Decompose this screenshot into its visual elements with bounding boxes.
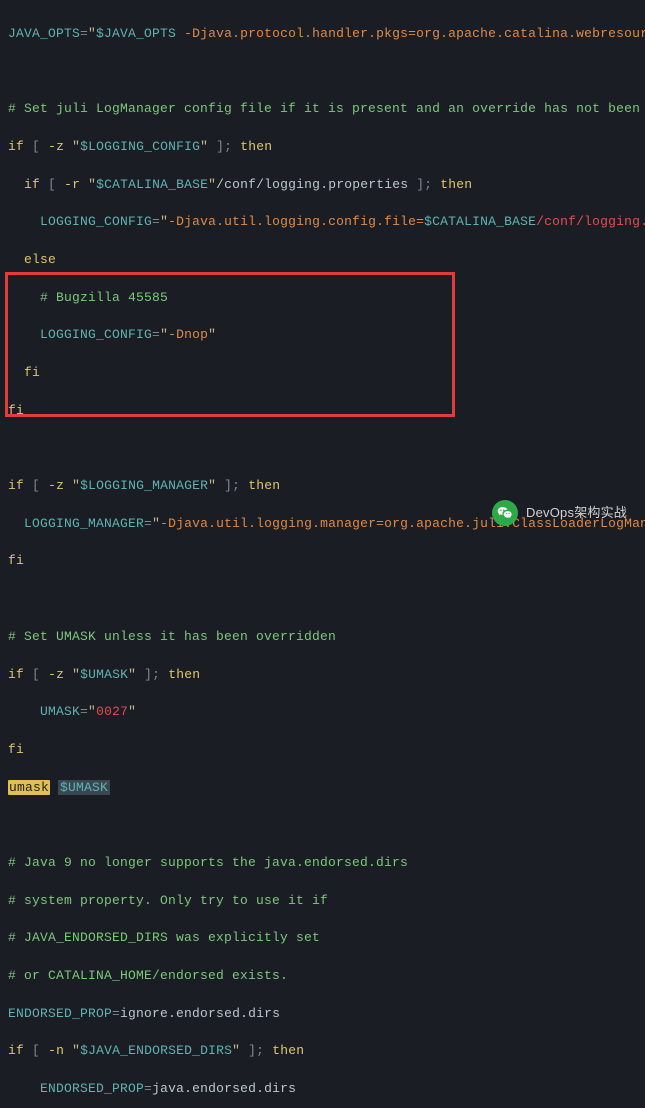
code-line: fi <box>8 741 637 760</box>
code-line: UMASK="0027" <box>8 703 637 722</box>
watermark: DevOps架构实战 <box>492 500 627 526</box>
code-line: # Set UMASK unless it has been overridde… <box>8 628 637 647</box>
code-line: if [ -n "$JAVA_ENDORSED_DIRS" ]; then <box>8 1042 637 1061</box>
code-editor: JAVA_OPTS="$JAVA_OPTS -Djava.protocol.ha… <box>0 0 645 1108</box>
code-line: # Set juli LogManager config file if it … <box>8 100 637 119</box>
code-line: else <box>8 251 637 270</box>
code-line: LOGGING_CONFIG="-Dnop" <box>8 326 637 345</box>
code-line: fi <box>8 364 637 383</box>
code-line: # or CATALINA_HOME/endorsed exists. <box>8 967 637 986</box>
code-line: if [ -z "$UMASK" ]; then <box>8 666 637 685</box>
code-line: # Bugzilla 45585 <box>8 289 637 308</box>
code-line: if [ -z "$LOGGING_MANAGER" ]; then <box>8 477 637 496</box>
code-line: if [ -z "$LOGGING_CONFIG" ]; then <box>8 138 637 157</box>
code-line: if [ -r "$CATALINA_BASE"/conf/logging.pr… <box>8 176 637 195</box>
wechat-icon <box>492 500 518 526</box>
code-line: fi <box>8 552 637 571</box>
code-line: # Java 9 no longer supports the java.end… <box>8 854 637 873</box>
code-line: umask $UMASK <box>8 779 637 798</box>
watermark-text: DevOps架构实战 <box>526 504 627 523</box>
code-line: # JAVA_ENDORSED_DIRS was explicitly set <box>8 929 637 948</box>
code-line: LOGGING_CONFIG="-Djava.util.logging.conf… <box>8 213 637 232</box>
code-line: # system property. Only try to use it if <box>8 892 637 911</box>
code-line: ENDORSED_PROP=java.endorsed.dirs <box>8 1080 637 1099</box>
code-line: ENDORSED_PROP=ignore.endorsed.dirs <box>8 1005 637 1024</box>
code-line: JAVA_OPTS="$JAVA_OPTS -Djava.protocol.ha… <box>8 25 637 44</box>
code-line: fi <box>8 402 637 421</box>
